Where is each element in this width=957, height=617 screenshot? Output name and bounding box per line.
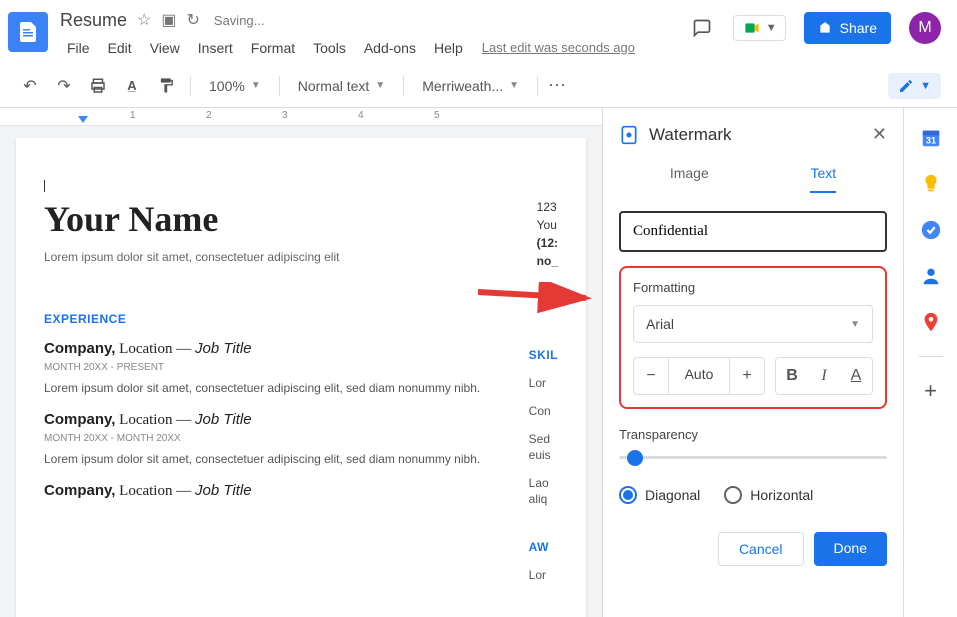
toolbar-more-icon[interactable]: ⋯ xyxy=(548,75,567,96)
zoom-select[interactable]: 100%▼ xyxy=(201,72,269,100)
transparency-label: Transparency xyxy=(619,427,887,442)
tagline-text[interactable]: Lorem ipsum dolor sit amet, consectetuer… xyxy=(44,250,558,264)
italic-button[interactable]: I xyxy=(808,358,840,394)
size-decrease-button[interactable]: − xyxy=(634,358,668,394)
font-size-stepper: − Auto + xyxy=(633,357,765,395)
share-button[interactable]: Share xyxy=(804,12,891,44)
watermark-panel: Watermark ✕ Image Text Formatting Arial▼… xyxy=(603,108,903,617)
menu-view[interactable]: View xyxy=(143,36,187,60)
watermark-panel-icon xyxy=(619,125,639,145)
text-color-button[interactable]: A xyxy=(840,358,872,394)
contacts-icon[interactable] xyxy=(919,264,943,288)
meet-button[interactable]: ▼ xyxy=(733,15,786,41)
cancel-button[interactable]: Cancel xyxy=(718,532,804,566)
menu-tools[interactable]: Tools xyxy=(306,36,353,60)
panel-title: Watermark xyxy=(649,125,862,145)
comments-icon[interactable] xyxy=(689,15,715,41)
keep-icon[interactable] xyxy=(919,172,943,196)
editing-mode-button[interactable]: ▼ xyxy=(888,73,941,99)
menu-format[interactable]: Format xyxy=(244,36,302,60)
docs-logo[interactable] xyxy=(8,12,48,52)
done-button[interactable]: Done xyxy=(814,532,887,566)
account-avatar[interactable]: M xyxy=(909,12,941,44)
maps-icon[interactable] xyxy=(919,310,943,334)
cloud-sync-icon: ↻ xyxy=(187,10,200,30)
watermark-font-select[interactable]: Arial▼ xyxy=(633,305,873,343)
job3-heading[interactable]: Company, Location — Job Title xyxy=(44,482,558,500)
orientation-horizontal[interactable]: Horizontal xyxy=(724,486,813,504)
job2-heading[interactable]: Company, Location — Job Title xyxy=(44,411,558,429)
svg-text:31: 31 xyxy=(925,136,935,146)
style-select[interactable]: Normal text▼ xyxy=(290,72,393,100)
size-value[interactable]: Auto xyxy=(668,358,730,394)
last-edit-link[interactable]: Last edit was seconds ago xyxy=(482,36,635,60)
paint-format-icon[interactable] xyxy=(152,72,180,100)
tab-image[interactable]: Image xyxy=(670,165,709,193)
menu-edit[interactable]: Edit xyxy=(101,36,139,60)
contact-info[interactable]: 123You(12:no_ xyxy=(537,198,558,270)
job1-heading[interactable]: Company, Location — Job Title xyxy=(44,340,558,358)
star-icon[interactable]: ☆ xyxy=(137,10,151,30)
print-icon[interactable] xyxy=(84,72,112,100)
move-icon[interactable]: ▣ xyxy=(161,10,176,30)
font-select[interactable]: Merriweath...▼ xyxy=(414,72,527,100)
bold-button[interactable]: B xyxy=(776,358,808,394)
close-icon[interactable]: ✕ xyxy=(872,124,887,145)
saving-status: Saving... xyxy=(214,13,265,28)
menu-help[interactable]: Help xyxy=(427,36,470,60)
annotation-arrow xyxy=(476,282,606,314)
ruler[interactable]: 1 2 3 4 5 xyxy=(0,108,602,126)
document-canvas[interactable]: 1 2 3 4 5 ent Your Name Lorem ipsum dolo… xyxy=(0,108,603,617)
tab-text[interactable]: Text xyxy=(810,165,836,193)
watermark-text-input[interactable] xyxy=(619,211,887,252)
transparency-slider[interactable] xyxy=(619,456,887,459)
heading-name[interactable]: Your Name xyxy=(44,198,558,240)
menu-addons[interactable]: Add-ons xyxy=(357,36,423,60)
redo-icon[interactable]: ↷ xyxy=(50,72,78,100)
menu-insert[interactable]: Insert xyxy=(191,36,240,60)
size-increase-button[interactable]: + xyxy=(730,358,764,394)
tasks-icon[interactable] xyxy=(919,218,943,242)
calendar-icon[interactable]: 31 xyxy=(919,126,943,150)
addons-plus-icon[interactable]: + xyxy=(919,379,943,403)
section-experience[interactable]: EXPERIENCE xyxy=(44,312,558,326)
formatting-section: Formatting Arial▼ − Auto + B I A xyxy=(619,266,887,409)
orientation-diagonal[interactable]: Diagonal xyxy=(619,486,700,504)
undo-icon[interactable]: ↶ xyxy=(16,72,44,100)
spellcheck-icon[interactable]: A̲ xyxy=(118,72,146,100)
document-title[interactable]: Resume xyxy=(60,10,127,31)
menu-file[interactable]: File xyxy=(60,36,97,60)
